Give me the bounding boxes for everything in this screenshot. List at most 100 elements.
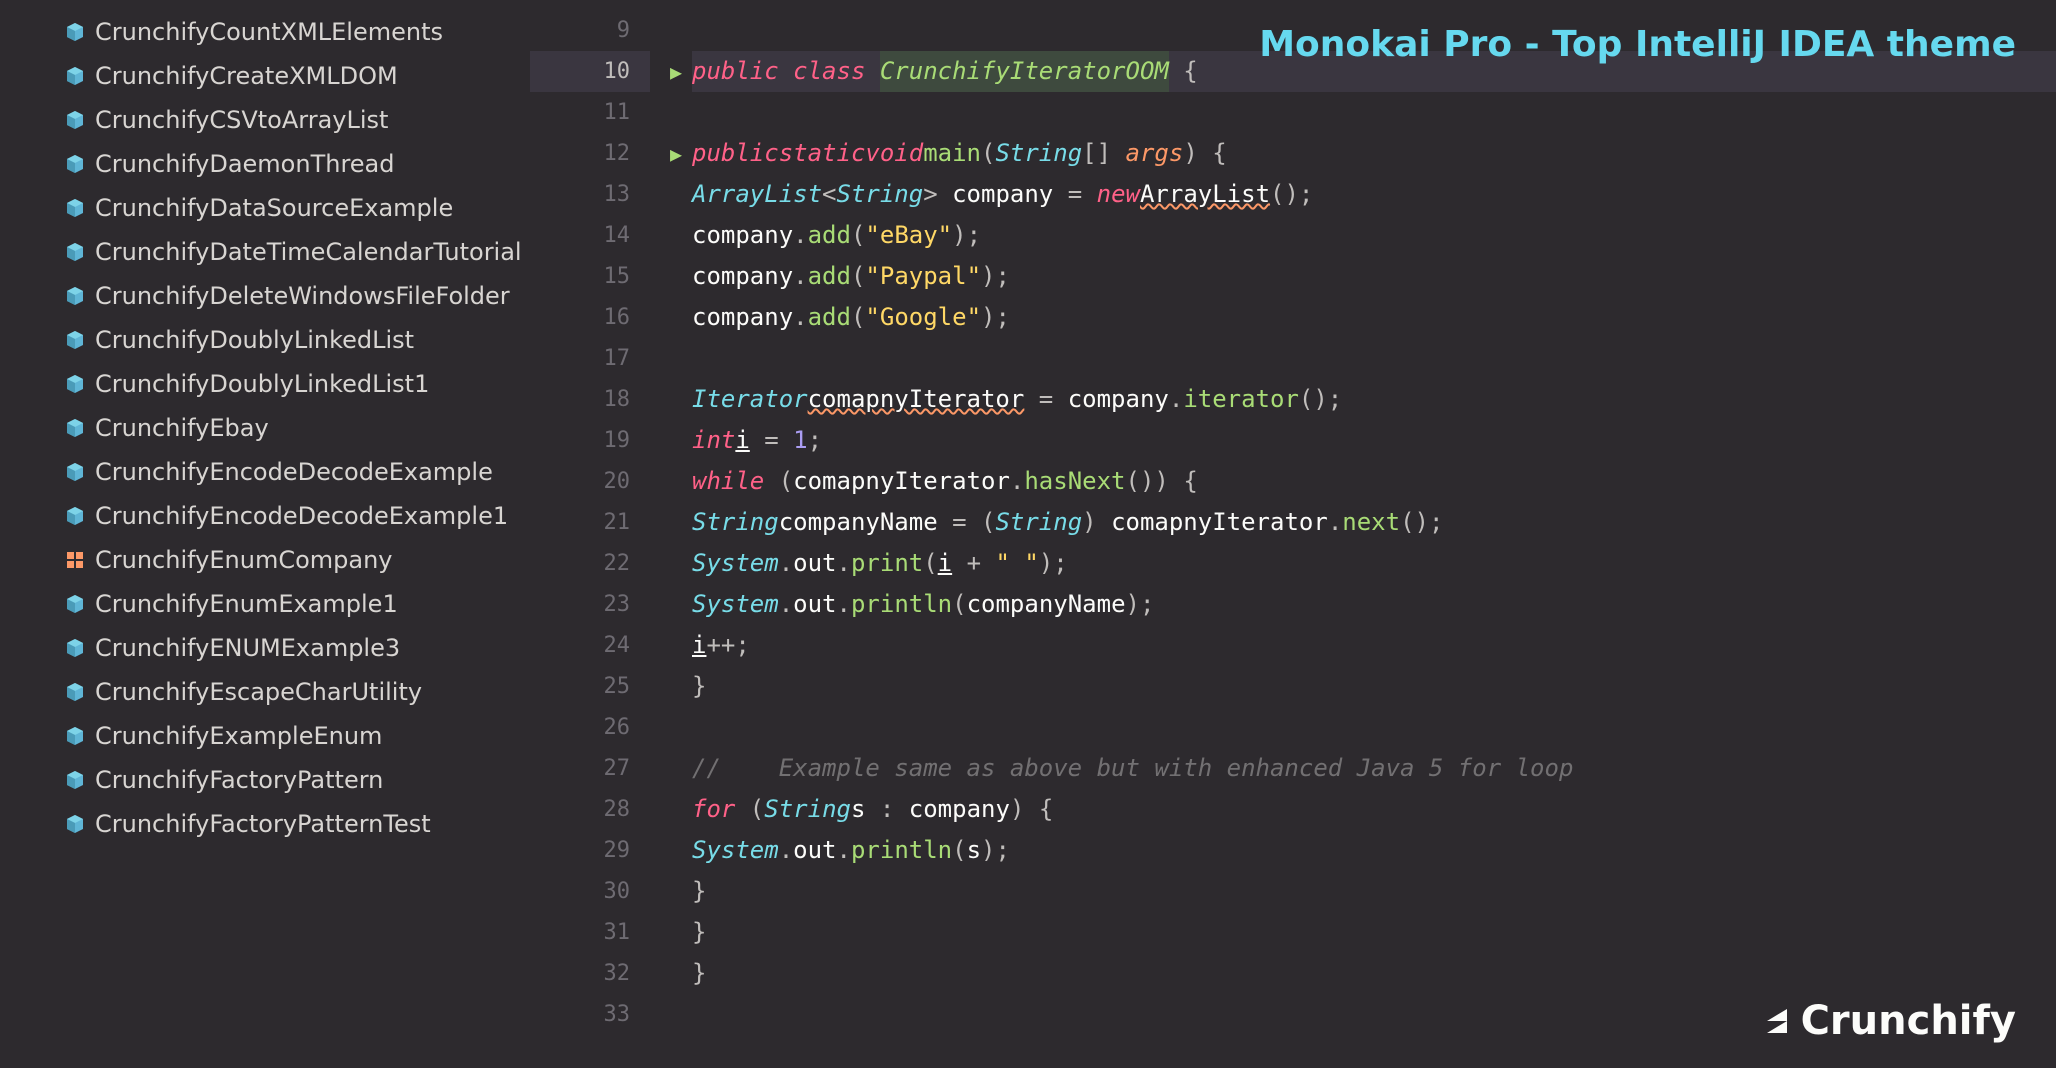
gutter-line[interactable]: 20 [530, 461, 650, 502]
gutter-line[interactable]: 10▶ [530, 51, 650, 92]
gutter-line[interactable]: 26 [530, 707, 650, 748]
code-line[interactable]: int i = 1; [692, 420, 2056, 461]
gutter-line[interactable]: 19 [530, 420, 650, 461]
file-name: CrunchifyDeleteWindowsFileFolder [95, 282, 510, 310]
gutter-line[interactable]: 16 [530, 297, 650, 338]
file-item[interactable]: CrunchifyEscapeCharUtility [0, 670, 530, 714]
code-line[interactable]: company.add("Google"); [692, 297, 2056, 338]
file-item[interactable]: CrunchifyCreateXMLDOM [0, 54, 530, 98]
gutter-line[interactable]: 32 [530, 953, 650, 994]
number: 1 [793, 420, 807, 461]
class-icon [65, 506, 85, 526]
code-area[interactable]: public class CrunchifyIteratorOOM { publ… [650, 0, 2056, 1068]
file-name: CrunchifyEncodeDecodeExample [95, 458, 493, 486]
code-line[interactable]: } [692, 912, 2056, 953]
file-name: CrunchifyFactoryPatternTest [95, 810, 431, 838]
code-line[interactable]: company.add("eBay"); [692, 215, 2056, 256]
gutter-line[interactable]: 23 [530, 584, 650, 625]
file-item[interactable]: CrunchifyDataSourceExample [0, 186, 530, 230]
theme-title-overlay: Monokai Pro - Top IntelliJ IDEA theme [1259, 24, 2016, 65]
project-sidebar: CrunchifyCountXMLElementsCrunchifyCreate… [0, 0, 530, 1068]
file-item[interactable]: CrunchifyEncodeDecodeExample [0, 450, 530, 494]
code-line[interactable]: System.out.print(i + " "); [692, 543, 2056, 584]
file-item[interactable]: CrunchifyEbay [0, 406, 530, 450]
class-icon [65, 682, 85, 702]
file-item[interactable]: CrunchifyCountXMLElements [0, 10, 530, 54]
gutter-line[interactable]: 12▶ [530, 133, 650, 174]
code-line[interactable]: // Example same as above but with enhanc… [692, 748, 2056, 789]
ident: s [851, 789, 865, 830]
punct: = [1053, 174, 1096, 215]
gutter-line[interactable]: 29 [530, 830, 650, 871]
file-name: CrunchifyDateTimeCalendarTutorial [95, 238, 522, 266]
punct: . [793, 297, 807, 338]
gutter-line[interactable]: 21 [530, 502, 650, 543]
file-item[interactable]: CrunchifyEnumCompany [0, 538, 530, 582]
method: next [1342, 502, 1400, 543]
gutter-line[interactable]: 14 [530, 215, 650, 256]
code-line[interactable]: public static void main(String[] args) { [692, 133, 2056, 174]
punct: ); [1039, 543, 1068, 584]
gutter-line[interactable]: 25 [530, 666, 650, 707]
file-name: CrunchifyDataSourceExample [95, 194, 453, 222]
gutter-line[interactable]: 31 [530, 912, 650, 953]
gutter-line[interactable]: 18 [530, 379, 650, 420]
file-item[interactable]: CrunchifyCSVtoArrayList [0, 98, 530, 142]
class-icon [65, 66, 85, 86]
code-line[interactable]: System.out.println(s); [692, 830, 2056, 871]
gutter-line[interactable]: 27 [530, 748, 650, 789]
gutter-line[interactable]: 11 [530, 92, 650, 133]
file-item[interactable]: CrunchifyDateTimeCalendarTutorial [0, 230, 530, 274]
code-line[interactable]: while (comapnyIterator.hasNext()) { [692, 461, 2056, 502]
punct: . [837, 543, 851, 584]
code-line[interactable] [692, 92, 2056, 133]
code-line[interactable] [692, 707, 2056, 748]
class-icon [65, 242, 85, 262]
gutter-line[interactable]: 13 [530, 174, 650, 215]
punct: . [1328, 502, 1342, 543]
code-line[interactable]: String companyName = (String) comapnyIte… [692, 502, 2056, 543]
punct: + [952, 543, 995, 584]
code-line[interactable]: i++; [692, 625, 2056, 666]
file-item[interactable]: CrunchifyEnumExample1 [0, 582, 530, 626]
file-item[interactable]: CrunchifyFactoryPattern [0, 758, 530, 802]
punct: . [779, 543, 793, 584]
ident: comapnyIterator [808, 379, 1025, 420]
file-name: CrunchifyDoublyLinkedList1 [95, 370, 429, 398]
punct: ) { [1010, 789, 1053, 830]
gutter-line[interactable]: 28 [530, 789, 650, 830]
file-item[interactable]: CrunchifyDaemonThread [0, 142, 530, 186]
type: System [692, 584, 779, 625]
code-line[interactable]: Iterator comapnyIterator = company.itera… [692, 379, 2056, 420]
file-item[interactable]: CrunchifyDoublyLinkedList [0, 318, 530, 362]
code-line[interactable]: } [692, 666, 2056, 707]
file-item[interactable]: CrunchifyDoublyLinkedList1 [0, 362, 530, 406]
code-line[interactable]: } [692, 871, 2056, 912]
gutter-line[interactable]: 15 [530, 256, 650, 297]
gutter-line[interactable]: 30 [530, 871, 650, 912]
code-line[interactable] [692, 338, 2056, 379]
code-line[interactable]: System.out.println(companyName); [692, 584, 2056, 625]
file-name: CrunchifyEbay [95, 414, 269, 442]
file-item[interactable]: CrunchifyEncodeDecodeExample1 [0, 494, 530, 538]
file-item[interactable]: CrunchifyExampleEnum [0, 714, 530, 758]
punct: : [865, 789, 908, 830]
file-item[interactable]: CrunchifyDeleteWindowsFileFolder [0, 274, 530, 318]
gutter-line[interactable]: 9 [530, 10, 650, 51]
code-line[interactable]: } [692, 953, 2056, 994]
ident: company [1068, 379, 1169, 420]
gutter-line[interactable]: 33 [530, 994, 650, 1035]
code-line[interactable]: for (String s : company) { [692, 789, 2056, 830]
type: String [692, 502, 779, 543]
file-name: CrunchifyDoublyLinkedList [95, 326, 414, 354]
run-gutter-icon[interactable]: ▶ [670, 142, 682, 166]
gutter-line[interactable]: 17 [530, 338, 650, 379]
punct: . [837, 830, 851, 871]
gutter-line[interactable]: 22 [530, 543, 650, 584]
code-line[interactable]: company.add("Paypal"); [692, 256, 2056, 297]
run-gutter-icon[interactable]: ▶ [670, 60, 682, 84]
code-line[interactable]: ArrayList<String> company = new ArrayLis… [692, 174, 2056, 215]
gutter-line[interactable]: 24 [530, 625, 650, 666]
file-item[interactable]: CrunchifyENUMExample3 [0, 626, 530, 670]
file-item[interactable]: CrunchifyFactoryPatternTest [0, 802, 530, 846]
